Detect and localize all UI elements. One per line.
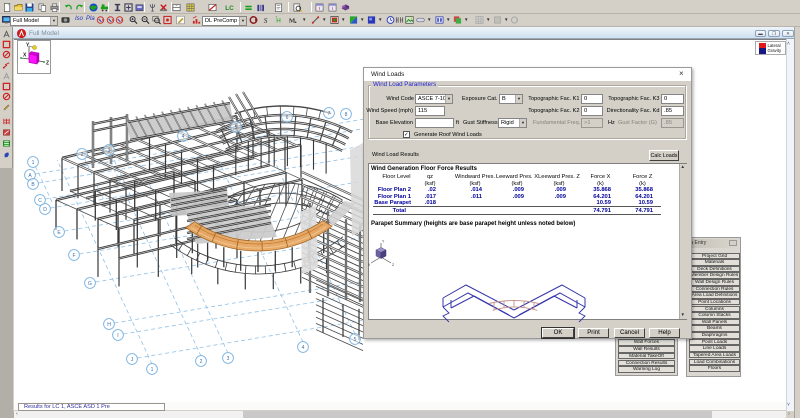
svg-text:Y: Y (382, 240, 385, 244)
svg-text:Z: Z (392, 263, 395, 267)
svg-text:X: X (368, 263, 371, 267)
